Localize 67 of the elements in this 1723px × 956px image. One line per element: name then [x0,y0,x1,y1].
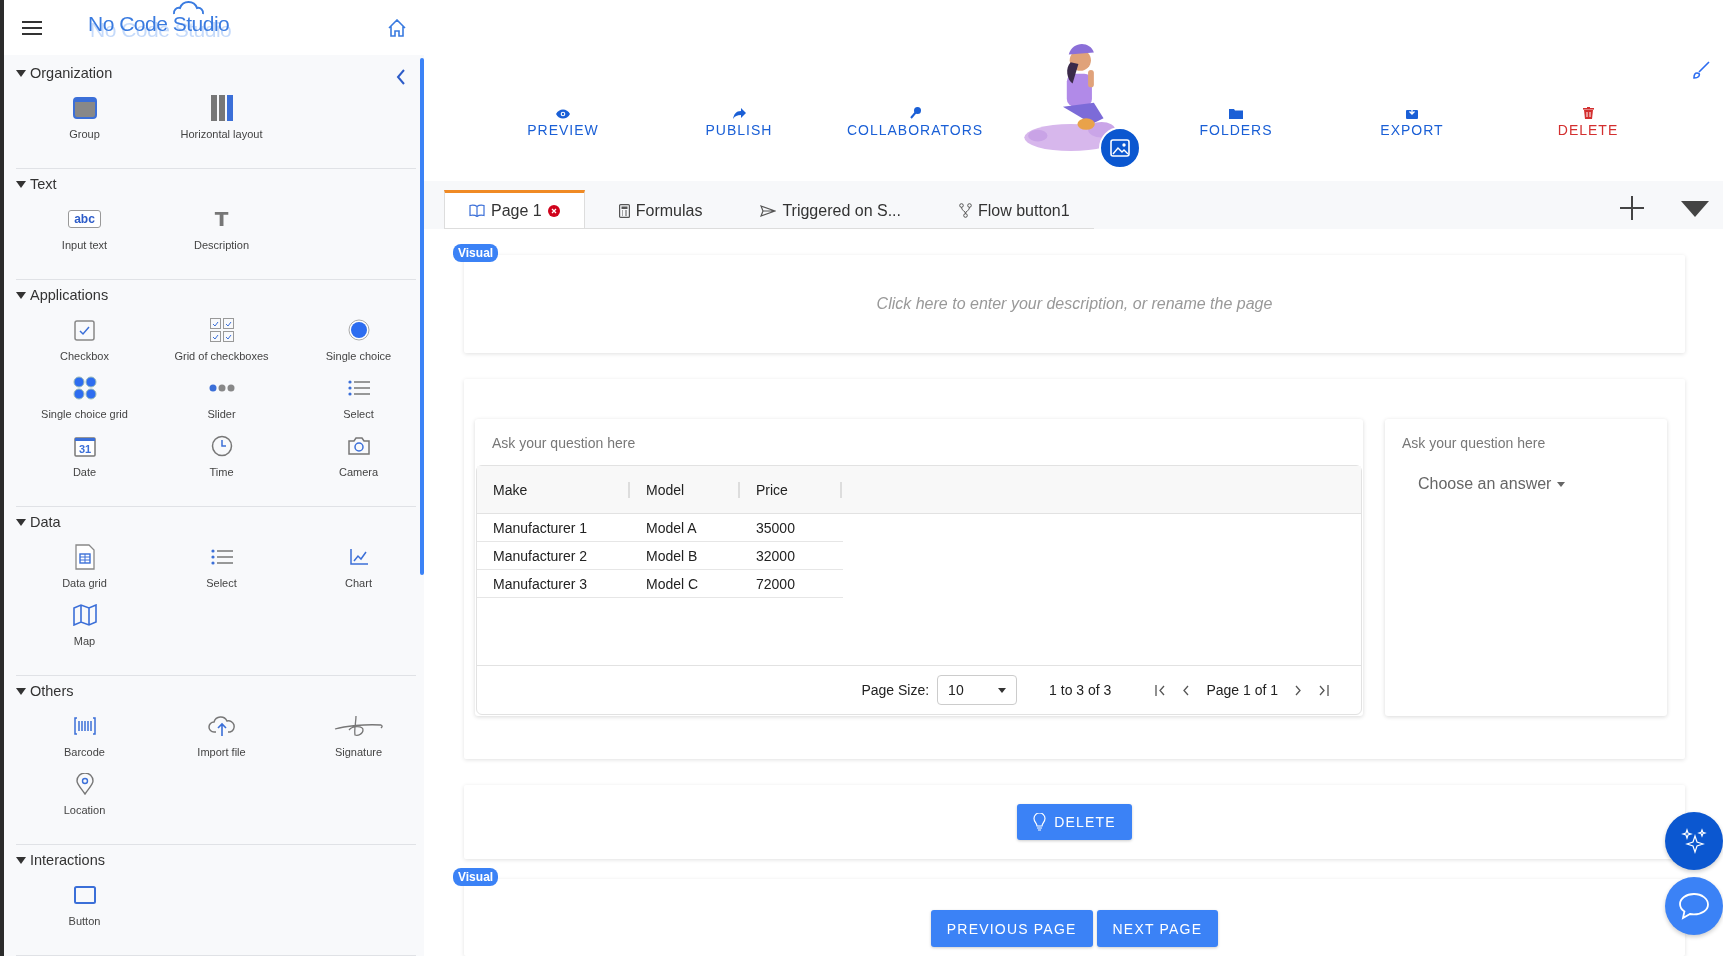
table-cell-text: 72000 [755,575,796,592]
palette-item[interactable]: abc Input text [16,199,153,257]
palette-item[interactable]: Horizontal layout [153,88,290,146]
table-cell-text: 32000 [755,547,796,564]
palette-item[interactable]: Chart [290,537,424,595]
palette-item[interactable]: Slider [153,368,290,426]
section-title: Text [30,176,57,192]
table-cell-text: Manufacturer 1 [492,519,589,536]
row-range: 1 to 3 of 3 [1049,682,1112,698]
table-cell-text: Model A [645,519,698,536]
palette-item[interactable]: Camera [290,426,424,484]
text-icon: T [214,207,229,231]
visual-tag: Visual [453,868,499,886]
palette-item[interactable]: Barcode [16,706,153,764]
visual-tag: Visual [453,244,499,262]
page-nav-button[interactable]: NEXT PAGE [1096,910,1219,947]
section-title: Others [30,683,74,699]
toolbar-button[interactable]: PUBLISH [651,0,827,181]
description-hint: Click here to enter your description, or rename the page [876,295,1273,313]
toolbar-button[interactable]: COLLABORATORS [827,0,1003,181]
palette-item[interactable]: Time [153,426,290,484]
palette-item[interactable]: Button [16,875,153,933]
column-header[interactable]: Price [740,481,842,498]
palette-item[interactable]: Data grid [16,537,153,595]
table-cell-text: 35000 [755,519,796,536]
palette-item[interactable]: Checkbox [16,310,153,368]
table-cell-text: Manufacturer 3 [492,575,589,592]
palette-item[interactable]: Grid of checkboxes [153,310,290,368]
section-title: Applications [30,287,109,303]
question-hint[interactable]: Ask your question here [1402,435,1650,451]
palette-item[interactable]: Group [16,88,153,146]
calendar-icon: 31 [73,435,96,457]
toolbar-button[interactable]: PREVIEW [475,0,651,181]
app-logo: No Code Studio [88,11,231,37]
page-tab[interactable]: Triggered on S... [736,190,925,228]
page-size-label: Page Size: [861,682,930,698]
toolbar-button[interactable]: EXPORT [1324,0,1500,181]
column-header[interactable]: Make [477,481,630,498]
page-tab[interactable]: Page 1 [444,190,585,228]
text-input-icon: abc [68,210,101,228]
toolbar-button[interactable]: FOLDERS [1148,0,1324,181]
column-header[interactable]: Model [630,481,740,498]
page-tab[interactable]: Flow button1 [935,190,1094,228]
palette-item[interactable]: Signature [290,706,424,764]
page-indicator: Page 1 of 1 [1206,682,1278,698]
palette-item[interactable]: Map [16,595,153,653]
palette-item[interactable]: Select [290,368,424,426]
answer-select[interactable]: Choose an answer [1418,475,1566,493]
table-cell-text: Model C [645,575,700,592]
table-cell-text: Model B [645,547,699,564]
page-tab[interactable]: Formulas [594,190,727,228]
page-size-select[interactable]: 10 [937,675,1018,705]
palette-item[interactable]: Location [16,764,153,822]
palette-item[interactable]: Select [153,537,290,595]
section-title: Organization [30,65,113,81]
question-hint[interactable]: Ask your question here [475,419,1363,465]
page-nav-button[interactable]: PREVIOUS PAGE [930,910,1093,947]
delete-button[interactable]: DELETE [1017,804,1132,840]
palette-item[interactable]: T Description [153,199,290,257]
palette-item[interactable]: 31 Date [16,426,153,484]
table-cell-text: Manufacturer 2 [492,547,589,564]
palette-item[interactable]: Single choice [290,310,424,368]
palette-item[interactable]: Import file [153,706,290,764]
section-title: Data [30,514,61,530]
section-title: Interactions [30,852,105,868]
palette-item[interactable]: Single choice grid [16,368,153,426]
toolbar-button[interactable]: DELETE [1500,0,1676,181]
